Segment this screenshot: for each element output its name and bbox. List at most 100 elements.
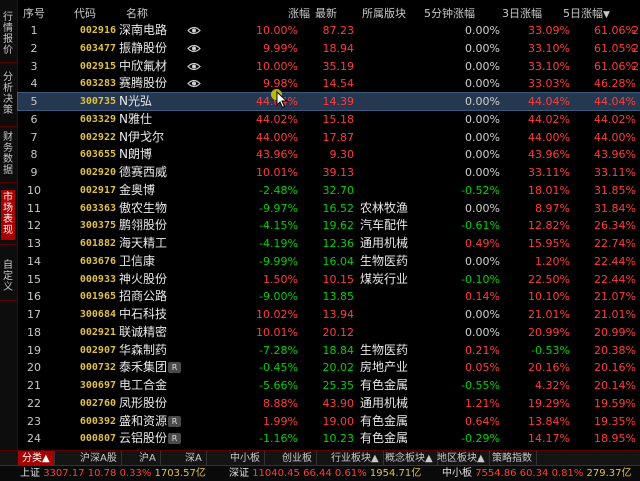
row-name[interactable]: 中石科技 xyxy=(119,306,183,323)
tab-0[interactable]: 分类▲ xyxy=(18,451,55,466)
table-row[interactable]: 16 001965 招商公路 -9.00% 13.85 0.14% 10.10% 21.07% xyxy=(18,288,640,305)
row-name[interactable]: 中欣氟材 xyxy=(119,58,183,75)
tab-9[interactable]: 策略指数 xyxy=(488,451,537,466)
sidebar-item-0[interactable]: 行情报价 xyxy=(1,10,15,58)
tab-7[interactable]: 概念板块▲ xyxy=(381,451,438,466)
table-row[interactable]: 21 300697 电工合金 -5.66% 25.35 有色金属 -0.55% 4.32% 20… xyxy=(18,377,640,394)
eye-icon[interactable] xyxy=(187,22,203,39)
row-name[interactable]: 赛腾股份 xyxy=(119,75,183,92)
row-price: 18.84 xyxy=(322,343,355,357)
row-seq: 17 xyxy=(27,308,41,321)
row-pct-change: 9.98% xyxy=(263,77,298,91)
sidebar-item-1[interactable]: 分析决策 xyxy=(1,70,15,122)
row-seq: 20 xyxy=(27,361,41,375)
row-code: 002920 xyxy=(79,167,116,178)
header-price[interactable]: 最新 xyxy=(315,5,365,22)
row-name[interactable]: 电工合金 xyxy=(119,377,183,394)
row-5day-change: 26.34% xyxy=(594,219,636,233)
table-row[interactable]: 13 601882 海天精工 -4.19% 12.36 通用机械 0.49% 15.95% 22… xyxy=(18,235,640,252)
row-name[interactable]: N伊戈尔 xyxy=(119,129,183,146)
table-row[interactable]: 1 002916 深南电路 10.00% 87.23 0.00% 33.09% 61.06% 2 xyxy=(18,22,640,39)
row-price: 87.23 xyxy=(322,24,355,37)
table-row[interactable]: 24 000807 云铝股份 R -1.16% 10.23 有色金属 -0.29% 14.17%… xyxy=(18,430,640,447)
row-name[interactable]: 海天精工 xyxy=(119,235,183,252)
sidebar-divider xyxy=(0,126,17,127)
row-code: 603329 xyxy=(79,113,116,125)
tab-2[interactable]: 沪A xyxy=(135,451,161,466)
table-row[interactable]: 18 002921 联诚精密 10.01% 20.12 0.00% 20.99% 20.99% xyxy=(18,324,640,341)
tab-3[interactable]: 深A xyxy=(181,451,207,466)
row-seq: 22 xyxy=(27,396,41,410)
row-name[interactable]: 鹏翎股份 xyxy=(119,217,183,234)
table-row[interactable]: 11 603363 傲农生物 -9.97% 16.52 农林牧渔 0.00% 8.97% 31.… xyxy=(18,200,640,217)
status-zx-pct: 0.81% xyxy=(551,468,584,479)
row-5min-change: 0.00% xyxy=(465,130,500,144)
table-row[interactable]: 23 600392 盛和资源 R 1.99% 19.00 有色金属 0.64% 13.84% 19… xyxy=(18,413,640,430)
row-5day-change: 44.00% xyxy=(594,130,636,144)
header-d3[interactable]: 3日涨幅 xyxy=(502,5,566,22)
table-row[interactable]: 14 603676 卫信康 -9.99% 16.04 生物医药 0.00% 1.20% 22.4… xyxy=(18,253,640,270)
tab-4[interactable]: 中小板 xyxy=(226,451,265,466)
table-row[interactable]: 15 000933 神火股份 1.50% 10.15 煤炭行业 -0.10% 22.50% 22… xyxy=(18,271,640,288)
sidebar-item-3[interactable]: 市场表现 xyxy=(1,190,15,240)
table-row[interactable]: 7 002922 N伊戈尔 44.00% 17.87 0.00% 44.00% 44.00% xyxy=(18,129,640,146)
row-name[interactable]: 深南电路 xyxy=(119,22,183,39)
header-code[interactable]: 代码 xyxy=(74,5,130,22)
eye-icon[interactable] xyxy=(187,40,203,57)
row-name[interactable]: 振静股份 xyxy=(119,40,183,57)
table-row[interactable]: 12 300375 鹏翎股份 -4.15% 19.62 汽车配件 -0.61% 12.82% 2… xyxy=(18,217,640,234)
status-sh: 上证 3307.17 10.78 0.33% 1703.57亿 xyxy=(20,466,206,481)
row-name[interactable]: 联诚精密 xyxy=(119,324,183,341)
table-row[interactable]: 3 002915 中欣氟材 10.00% 35.19 0.00% 33.10% 61.06% 2 xyxy=(18,58,640,75)
table-row[interactable]: 17 300684 中石科技 10.02% 13.94 0.00% 21.01% 21.01% xyxy=(18,306,640,323)
table-row[interactable]: 9 002920 德赛西威 10.01% 39.13 0.00% 33.11% 33.11% xyxy=(18,164,640,181)
eye-icon[interactable] xyxy=(187,75,203,92)
row-code: 300735 xyxy=(79,96,116,107)
row-name[interactable]: 招商公路 xyxy=(119,288,183,305)
row-code: 001965 xyxy=(79,291,116,303)
row-price: 14.39 xyxy=(322,95,355,108)
row-industry xyxy=(360,164,434,181)
header-seq[interactable]: 序号 xyxy=(22,5,46,22)
header-m5[interactable]: 5分钟涨幅 xyxy=(424,5,494,22)
table-row[interactable]: 5300735N光弘44.04%14.390.00%44.04%44.04% xyxy=(17,92,640,111)
row-price: 20.12 xyxy=(322,325,355,339)
row-5min-change: -0.52% xyxy=(461,183,500,197)
header-pct[interactable]: 涨幅 xyxy=(234,5,310,22)
table-row[interactable]: 2 603477 振静股份 9.99% 18.94 0.00% 33.10% 61.05% 2 xyxy=(18,40,640,57)
row-industry: 有色金属 xyxy=(360,413,409,428)
row-name[interactable]: N雅仕 xyxy=(119,111,183,128)
row-industry xyxy=(360,22,434,39)
table-row[interactable]: 6 603329 N雅仕 44.02% 15.18 0.00% 44.02% 44.02% xyxy=(18,111,640,128)
sidebar-item-4[interactable]: 自定义 xyxy=(1,258,15,296)
sidebar-item-2[interactable]: 财务数据 xyxy=(1,130,15,178)
row-name[interactable]: 神火股份 xyxy=(119,271,183,288)
eye-icon[interactable] xyxy=(187,58,203,75)
row-code: 603283 xyxy=(79,78,116,90)
table-row[interactable]: 22 002760 凤形股份 8.88% 43.90 通用机械 1.21% 19.29% 19.… xyxy=(18,395,640,412)
row-name[interactable]: N光弘 xyxy=(119,93,183,110)
tab-8[interactable]: 地区板块▲ xyxy=(433,451,490,466)
row-name[interactable]: 卫信康 xyxy=(119,253,183,270)
table-row[interactable]: 8 603655 N朗博 43.96% 9.30 0.00% 43.96% 43.96% xyxy=(18,146,640,163)
tab-6[interactable]: 行业板块▲ xyxy=(327,451,384,466)
row-3day-change: 33.11% xyxy=(528,166,570,179)
table-row[interactable]: 19 002907 华森制药 -7.28% 18.84 生物医药 0.21% -0.53% 20… xyxy=(18,342,640,359)
row-name[interactable]: 德赛西威 xyxy=(119,164,183,181)
row-name[interactable]: 傲农生物 xyxy=(119,200,183,217)
row-name[interactable]: 凤形股份 xyxy=(119,395,183,412)
tab-1[interactable]: 沪深A股 xyxy=(76,451,122,466)
table-row[interactable]: 10 002917 金奥博 -2.48% 32.70 -0.52% 18.01% 31.85% xyxy=(18,182,640,199)
table-row[interactable]: 4 603283 赛腾股份 9.98% 14.54 0.00% 33.03% 46.28% xyxy=(18,75,640,92)
table-row[interactable]: 20 000732 泰禾集团 R -0.45% 20.02 房地产业 0.05% 20.16% 2… xyxy=(18,359,640,376)
row-name[interactable]: N朗博 xyxy=(119,146,183,163)
header-d5[interactable]: 5日涨幅▼ xyxy=(563,5,633,22)
row-seq: 4 xyxy=(30,77,38,91)
row-industry xyxy=(360,146,434,163)
header-name[interactable]: 名称 xyxy=(126,5,190,22)
row-price: 32.70 xyxy=(322,183,355,197)
row-name[interactable]: 金奥博 xyxy=(119,182,183,199)
status-sz-index: 11040.45 xyxy=(252,468,300,479)
row-name[interactable]: 华森制药 xyxy=(119,342,183,359)
tab-5[interactable]: 创业板 xyxy=(278,451,317,466)
